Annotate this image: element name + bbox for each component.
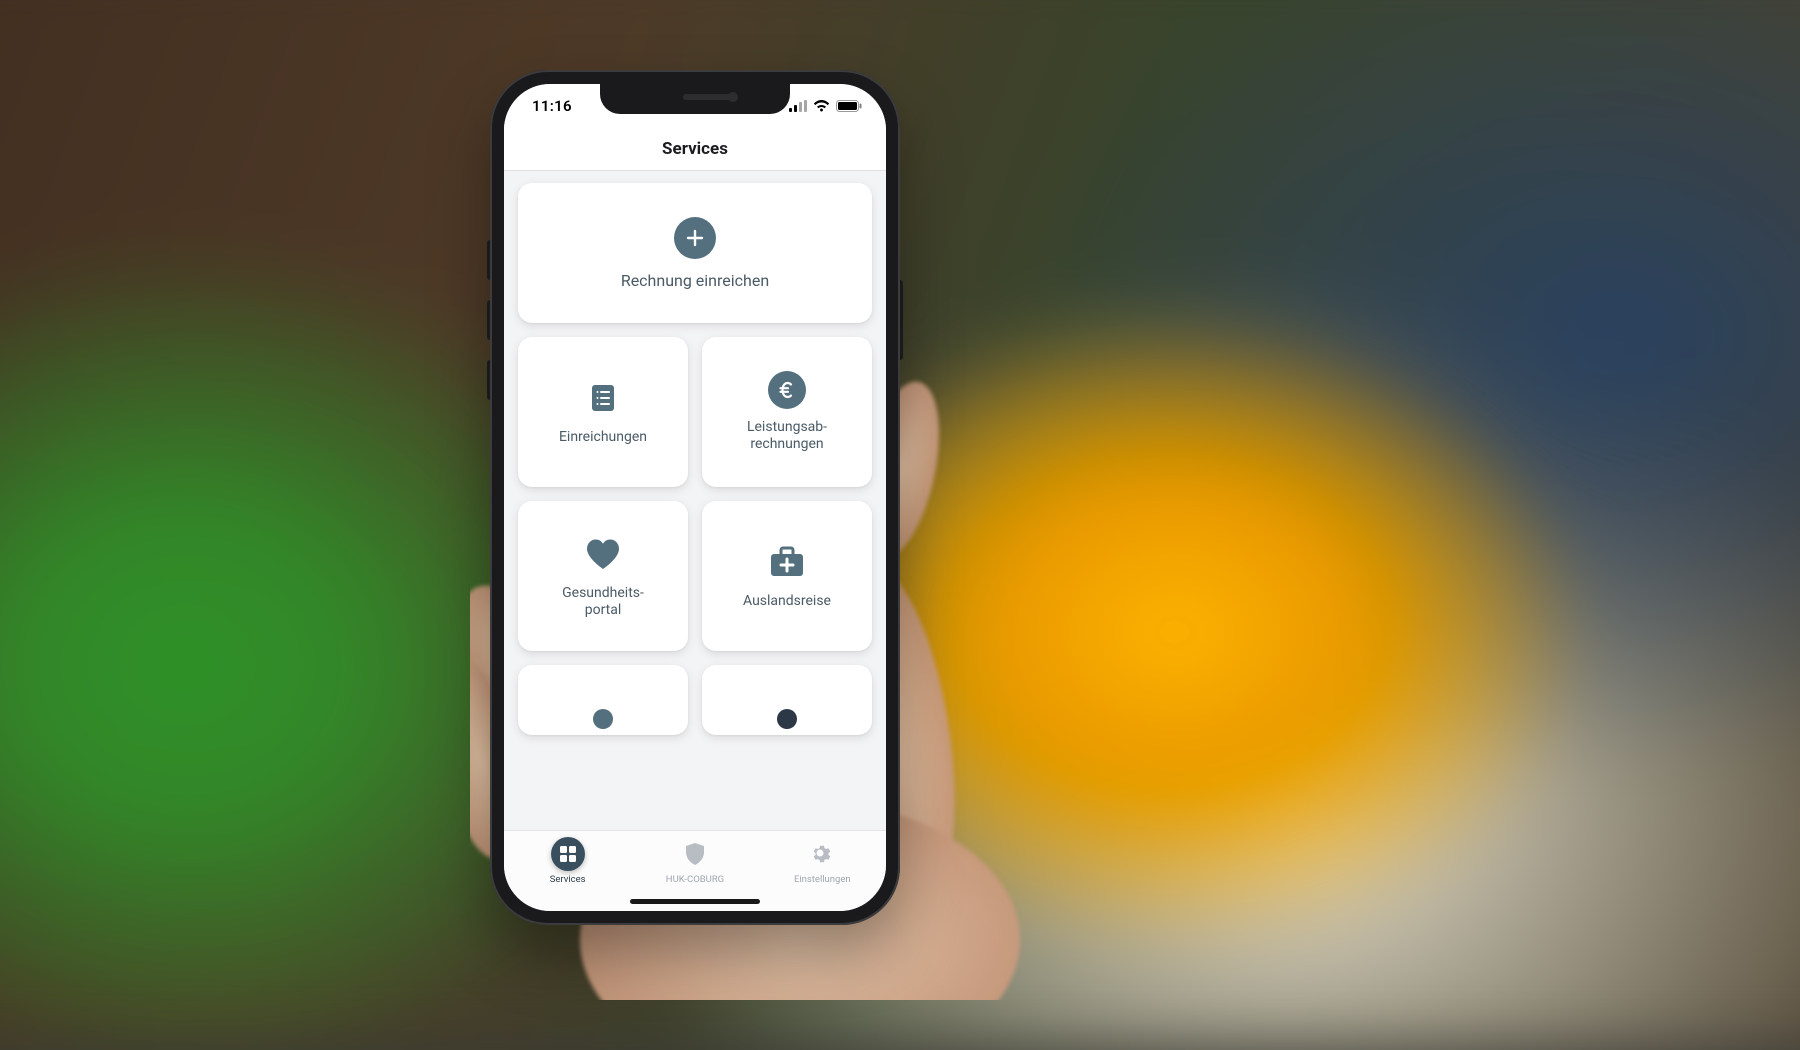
benefit-statements-card[interactable]: Leistungsab- rechnungen: [702, 337, 872, 487]
benefit-statements-label: Leistungsab- rechnungen: [747, 419, 827, 454]
wifi-icon: [813, 100, 830, 112]
generic-icon: [582, 693, 624, 735]
medkit-icon: [766, 541, 808, 583]
tab-settings[interactable]: Einstellungen: [767, 837, 877, 885]
tab-bar: Services HUK-COBURG Einstellungen: [504, 830, 886, 911]
plus-icon: [674, 217, 716, 259]
phone-frame: 11:16 Services Rechnung einreichen: [490, 70, 900, 925]
generic-icon: [766, 693, 808, 735]
page-title: Services: [504, 128, 886, 171]
card-peek-right[interactable]: [702, 665, 872, 735]
health-portal-label: Gesundheits- portal: [562, 585, 644, 620]
submit-invoice-card[interactable]: Rechnung einreichen: [518, 183, 872, 323]
health-portal-card[interactable]: Gesundheits- portal: [518, 501, 688, 651]
status-time: 11:16: [532, 97, 572, 115]
tab-hukcoburg[interactable]: HUK-COBURG: [640, 837, 750, 885]
background-photo: [0, 0, 1800, 1050]
content-scroll[interactable]: Rechnung einreichen Einreichungen Leistu…: [504, 171, 886, 830]
phone-screen: 11:16 Services Rechnung einreichen: [504, 84, 886, 911]
submit-invoice-label: Rechnung einreichen: [621, 271, 769, 290]
heart-icon: [582, 533, 624, 575]
euro-icon: [768, 371, 806, 409]
travel-abroad-label: Auslandsreise: [743, 593, 831, 611]
grid-icon: [551, 837, 585, 871]
cellular-signal-icon: [789, 100, 807, 112]
card-peek-left[interactable]: [518, 665, 688, 735]
battery-icon: [836, 100, 862, 112]
tab-services-label: Services: [550, 874, 586, 885]
tab-hukcoburg-label: HUK-COBURG: [666, 874, 724, 885]
gear-icon: [805, 837, 839, 871]
tab-services[interactable]: Services: [513, 837, 623, 885]
submissions-card[interactable]: Einreichungen: [518, 337, 688, 487]
submissions-label: Einreichungen: [559, 429, 647, 447]
device-notch: [600, 84, 790, 114]
home-indicator[interactable]: [630, 899, 760, 904]
list-icon: [582, 377, 624, 419]
travel-abroad-card[interactable]: Auslandsreise: [702, 501, 872, 651]
shield-icon: [678, 837, 712, 871]
tab-settings-label: Einstellungen: [794, 874, 851, 885]
